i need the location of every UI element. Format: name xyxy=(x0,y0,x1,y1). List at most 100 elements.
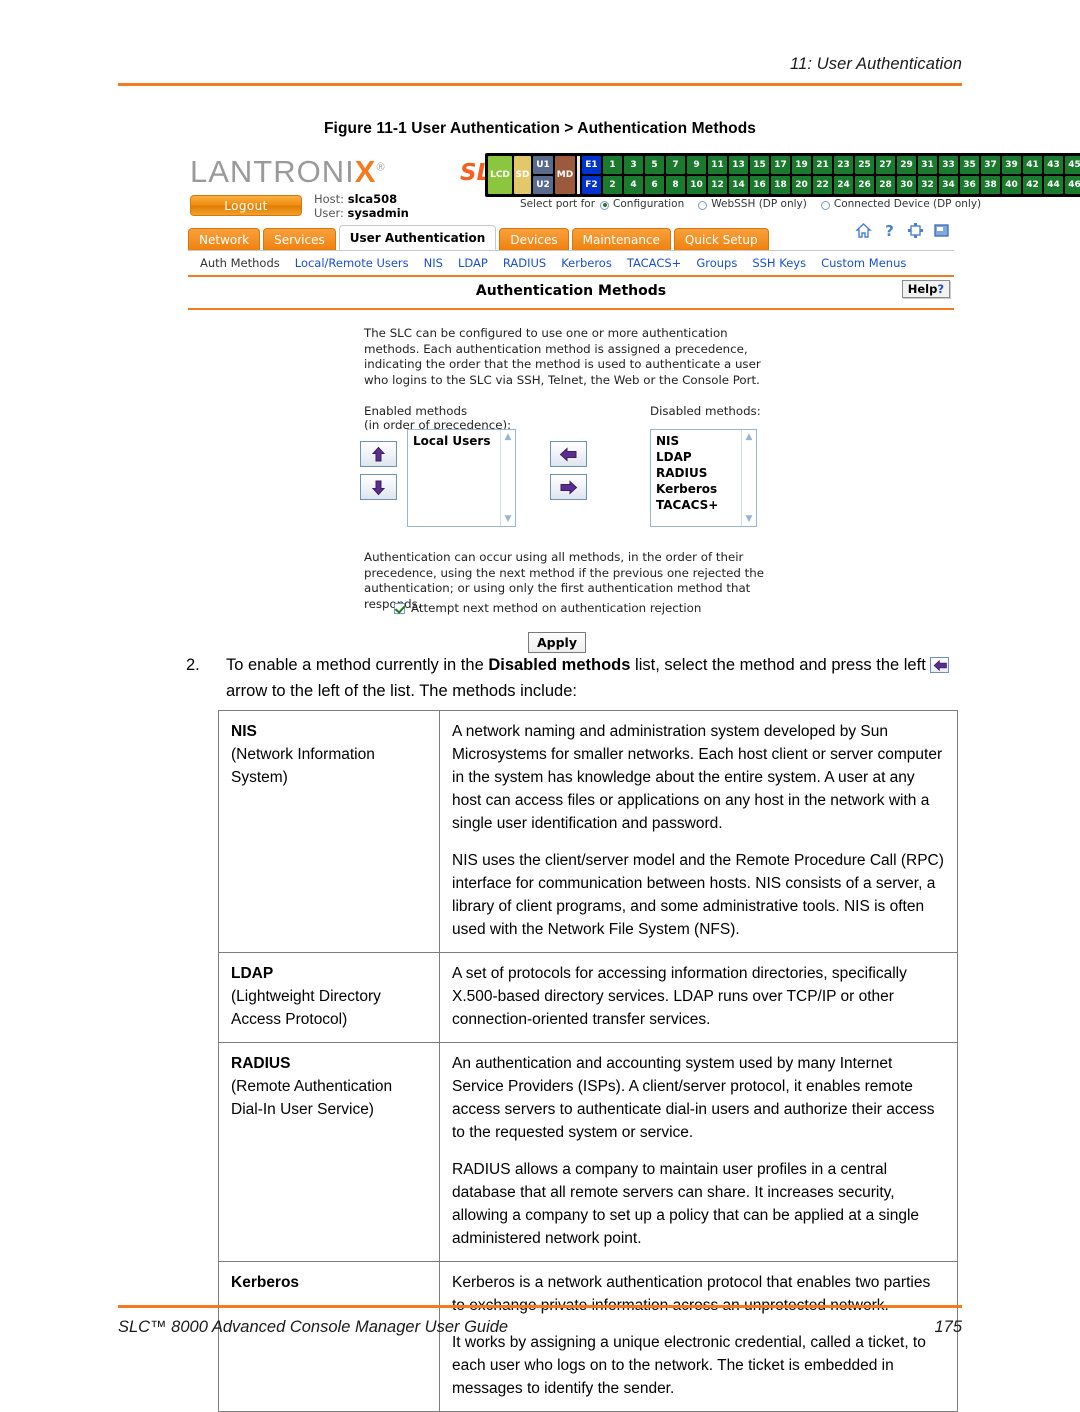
port-button-9[interactable]: 9 xyxy=(687,156,706,174)
enable-method-button[interactable] xyxy=(550,441,587,467)
port-button-26[interactable]: 26 xyxy=(855,176,874,194)
port-block-u2[interactable]: U2 xyxy=(533,176,553,194)
port-block-md[interactable]: MD xyxy=(555,156,575,194)
subnav-ssh-keys[interactable]: SSH Keys xyxy=(752,256,806,270)
disabled-methods-listbox[interactable]: NIS LDAP RADIUS Kerberos TACACS+ ▲ ▼ xyxy=(650,429,757,527)
port-button-39[interactable]: 39 xyxy=(1002,156,1021,174)
port-button-36[interactable]: 36 xyxy=(960,176,979,194)
subnav-custom-menus[interactable]: Custom Menus xyxy=(821,256,906,270)
radio-connected-device-icon[interactable] xyxy=(820,200,830,210)
tab-network[interactable]: Network xyxy=(188,228,261,250)
scroll-down-icon[interactable]: ▼ xyxy=(744,514,754,524)
port-button-34[interactable]: 34 xyxy=(939,176,958,194)
enabled-method-local-users[interactable]: Local Users xyxy=(413,433,510,449)
scroll-up-icon[interactable]: ▲ xyxy=(503,432,513,442)
sub-navigation-bar[interactable]: Auth Methods Local/Remote Users NIS LDAP RAD… xyxy=(188,250,954,275)
tab-services[interactable]: Services xyxy=(263,228,336,250)
screen-icon[interactable] xyxy=(933,222,950,239)
attempt-next-method-row[interactable]: Attempt next method on authentication re… xyxy=(394,601,701,615)
tab-user-authentication[interactable]: User Authentication xyxy=(338,225,497,250)
move-down-button[interactable] xyxy=(360,474,397,500)
port-button-25[interactable]: 25 xyxy=(855,156,874,174)
port-button-43[interactable]: 43 xyxy=(1044,156,1063,174)
port-button-24[interactable]: 24 xyxy=(834,176,853,194)
port-button-4[interactable]: 4 xyxy=(624,176,643,194)
radio-webssh-icon[interactable] xyxy=(698,200,708,210)
port-button-35[interactable]: 35 xyxy=(960,156,979,174)
disabled-method-kerberos[interactable]: Kerberos xyxy=(656,481,751,497)
port-block-e1[interactable]: E1 xyxy=(582,156,601,174)
port-button-44[interactable]: 44 xyxy=(1044,176,1063,194)
home-icon[interactable] xyxy=(855,222,872,239)
port-button-16[interactable]: 16 xyxy=(750,176,769,194)
port-button-33[interactable]: 33 xyxy=(939,156,958,174)
port-button-18[interactable]: 18 xyxy=(771,176,790,194)
port-button-6[interactable]: 6 xyxy=(645,176,664,194)
radio-configuration-icon[interactable] xyxy=(600,200,610,210)
port-block-sd[interactable]: SD xyxy=(514,156,531,194)
port-button-46[interactable]: 46 xyxy=(1065,176,1080,194)
subnav-nis[interactable]: NIS xyxy=(424,256,443,270)
port-button-27[interactable]: 27 xyxy=(876,156,895,174)
help-icon[interactable]: ? xyxy=(881,222,898,240)
disabled-method-nis[interactable]: NIS xyxy=(656,433,751,449)
disabled-listbox-scrollbar[interactable]: ▲ ▼ xyxy=(741,430,756,526)
disabled-method-ldap[interactable]: LDAP xyxy=(656,449,751,465)
subnav-groups[interactable]: Groups xyxy=(696,256,737,270)
port-button-28[interactable]: 28 xyxy=(876,176,895,194)
port-button-37[interactable]: 37 xyxy=(981,156,1000,174)
port-button-10[interactable]: 10 xyxy=(687,176,706,194)
port-button-21[interactable]: 21 xyxy=(813,156,832,174)
subnav-kerberos[interactable]: Kerberos xyxy=(561,256,612,270)
port-button-32[interactable]: 32 xyxy=(918,176,937,194)
scroll-up-icon[interactable]: ▲ xyxy=(744,432,754,442)
port-number-grid[interactable]: 1 2 3 4 5 6 7 8 9 10 11 12 13 14 15 16 17 18 19 20 21 22 23 24 2… xyxy=(603,156,1080,194)
subnav-radius[interactable]: RADIUS xyxy=(503,256,546,270)
move-up-button[interactable] xyxy=(360,441,397,467)
port-button-23[interactable]: 23 xyxy=(834,156,853,174)
port-map[interactable]: LCD SD U1 U2 MD E1 F2 1 2 3 4 5 6 7 8 9 10 11 12 13 1… xyxy=(485,153,1080,197)
port-button-19[interactable]: 19 xyxy=(792,156,811,174)
subnav-tacacs-[interactable]: TACACS+ xyxy=(627,256,681,270)
radio-option-configuration[interactable]: Configuration xyxy=(600,198,684,210)
subnav-ldap[interactable]: LDAP xyxy=(458,256,488,270)
port-button-14[interactable]: 14 xyxy=(729,176,748,194)
disabled-method-radius[interactable]: RADIUS xyxy=(656,465,751,481)
port-button-29[interactable]: 29 xyxy=(897,156,916,174)
enabled-listbox-scrollbar[interactable]: ▲ ▼ xyxy=(500,430,515,526)
port-button-42[interactable]: 42 xyxy=(1023,176,1042,194)
port-button-41[interactable]: 41 xyxy=(1023,156,1042,174)
tab-devices[interactable]: Devices xyxy=(499,228,569,250)
port-button-15[interactable]: 15 xyxy=(750,156,769,174)
port-button-17[interactable]: 17 xyxy=(771,156,790,174)
disable-method-button[interactable] xyxy=(550,474,587,500)
port-button-31[interactable]: 31 xyxy=(918,156,937,174)
port-button-45[interactable]: 45 xyxy=(1065,156,1080,174)
subnav-auth-methods[interactable]: Auth Methods xyxy=(200,256,280,270)
expand-icon[interactable] xyxy=(907,222,924,239)
port-button-30[interactable]: 30 xyxy=(897,176,916,194)
tab-maintenance[interactable]: Maintenance xyxy=(571,228,671,250)
scroll-down-icon[interactable]: ▼ xyxy=(503,514,513,524)
apply-button[interactable]: Apply xyxy=(528,632,586,653)
disabled-method-tacacs-[interactable]: TACACS+ xyxy=(656,497,751,513)
help-button[interactable]: Help? xyxy=(901,280,950,298)
port-block-lcd[interactable]: LCD xyxy=(488,156,512,194)
port-button-3[interactable]: 3 xyxy=(624,156,643,174)
port-button-8[interactable]: 8 xyxy=(666,176,685,194)
port-button-5[interactable]: 5 xyxy=(645,156,664,174)
port-block-f2[interactable]: F2 xyxy=(582,176,601,194)
port-button-11[interactable]: 11 xyxy=(708,156,727,174)
logout-button[interactable]: Logout xyxy=(190,195,302,216)
subnav-local-remote-users[interactable]: Local/Remote Users xyxy=(295,256,409,270)
main-tab-bar[interactable]: Network Services User Authentication Device… xyxy=(188,222,954,250)
port-button-20[interactable]: 20 xyxy=(792,176,811,194)
port-button-12[interactable]: 12 xyxy=(708,176,727,194)
port-block-u1[interactable]: U1 xyxy=(533,156,553,174)
port-button-13[interactable]: 13 xyxy=(729,156,748,174)
tab-quick-setup[interactable]: Quick Setup xyxy=(673,228,769,250)
port-button-2[interactable]: 2 xyxy=(603,176,622,194)
port-button-40[interactable]: 40 xyxy=(1002,176,1021,194)
port-button-22[interactable]: 22 xyxy=(813,176,832,194)
attempt-next-method-checkbox[interactable] xyxy=(394,602,405,614)
